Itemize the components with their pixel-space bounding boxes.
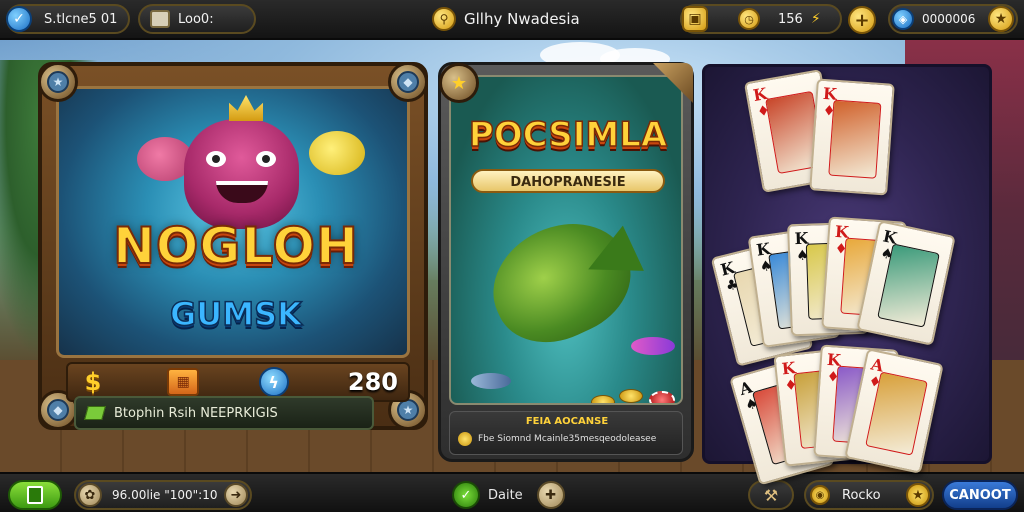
- leaf-icon: [84, 406, 106, 420]
- coin-icon: [458, 432, 472, 446]
- currency-pill[interactable]: ▣ ◷ 156 ⚡: [680, 4, 842, 34]
- small-fish-icon: [631, 337, 675, 355]
- featured-game-footer-button[interactable]: Btophin Rsih NEEPRKIGIS: [74, 396, 374, 430]
- currency-value: 156: [778, 11, 803, 27]
- fishing-game-info-text: Fbe Siomnd Mcainle35mesqeodoleasee: [478, 434, 657, 444]
- card-rank: K: [822, 83, 838, 104]
- gift-icon: ▦: [167, 368, 200, 396]
- small-fish-icon: [471, 373, 511, 389]
- star-icon: ★: [906, 483, 930, 507]
- coin-icon: [591, 395, 615, 403]
- monster-eye: [256, 151, 276, 167]
- center-label: Daite: [488, 487, 523, 503]
- copy-button[interactable]: [8, 480, 62, 510]
- playing-card: K ♦: [809, 78, 895, 196]
- wallet-icon: ▣: [682, 6, 708, 32]
- gem-icon: ◆: [47, 399, 69, 421]
- card-game-card[interactable]: K ♦ K ♦ K ♣ K ♠ K ♠ K ♦ K ♠ A ♠ K ♦ K ♦ A ♦: [702, 64, 992, 486]
- gem-icon: ◆: [397, 71, 419, 93]
- card-rank: K: [834, 221, 850, 242]
- card-rank: K: [826, 349, 842, 370]
- card-face-art: [828, 99, 882, 179]
- gear-icon: ✿: [78, 483, 102, 507]
- center-action[interactable]: ✓ Daite ✚: [452, 480, 565, 510]
- featured-game-subtitle: GUMSK: [169, 294, 302, 334]
- dollar-icon: $: [84, 368, 102, 396]
- crown-icon: [229, 95, 263, 121]
- timer-pill[interactable]: ✿ 96.00lie "100":10 ➜: [74, 480, 252, 510]
- featured-game-title: NOGLOH: [112, 216, 359, 276]
- tools-button[interactable]: ⚒: [748, 480, 794, 510]
- checkmark-icon: ✓: [452, 481, 480, 509]
- star-icon: ★: [397, 399, 419, 421]
- plus-circle-icon[interactable]: ✚: [536, 481, 565, 509]
- star-icon: ★: [47, 71, 69, 93]
- window-icon: [150, 10, 170, 28]
- fishing-game-art: POCSIMLA DAHOPRANESIE: [449, 75, 683, 405]
- level-label: Loo0:: [178, 11, 214, 27]
- featured-game-card[interactable]: NOGLOH GUMSK ★ ◆ ◆ ★ $ ▦ ϟ 280: [38, 62, 428, 430]
- corner-bolt-icon: ★: [38, 62, 78, 102]
- card-suit-icon: ♦: [834, 240, 848, 258]
- profile-label: S.tlcne5 01: [44, 11, 118, 27]
- corner-bolt-icon: ◆: [388, 62, 428, 102]
- card-suit-icon: ♦: [822, 102, 836, 120]
- fish-icon: [474, 202, 648, 362]
- coin-icon: ◉: [810, 485, 830, 505]
- coin-icon: [619, 389, 643, 403]
- monster-icon: [184, 119, 299, 229]
- timer-text: 96.00lie "100":10: [112, 488, 218, 502]
- card-rank: K: [755, 239, 772, 260]
- check-icon: ✓: [6, 6, 32, 32]
- rocko-label: Rocko: [842, 487, 881, 503]
- game-title-text: Gllhy Nwadesia: [464, 10, 580, 28]
- card-suit-icon: ♠: [758, 257, 774, 276]
- copy-icon: [27, 486, 43, 504]
- bolt-icon: ⚡: [810, 11, 821, 27]
- fishing-game-info-line: Fbe Siomnd Mcainle35mesqeodoleasee: [458, 432, 678, 446]
- level-pill[interactable]: Loo0:: [138, 4, 256, 34]
- card-rank: K: [751, 83, 769, 106]
- card-suit-icon: ♦: [755, 102, 772, 121]
- rocko-pill[interactable]: ◉ Rocko ★: [804, 480, 934, 510]
- score-pill[interactable]: ◈ 0000006 ★: [888, 4, 1018, 34]
- card-suit-icon: ♦: [783, 377, 798, 395]
- plus-icon[interactable]: +: [848, 6, 876, 34]
- top-bar: ✓ S.tlcne5 01 Loo0: ⚲ Gllhy Nwadesia ▣ ◷…: [0, 0, 1024, 40]
- clock-icon: ◷: [738, 8, 760, 30]
- cancel-button[interactable]: CANOOT: [942, 480, 1018, 510]
- card-rank: K: [794, 228, 809, 249]
- fishing-game-card[interactable]: POCSIMLA DAHOPRANESIE ★ FEIA AOCANSE Fbe…: [438, 62, 694, 462]
- monster-mouth: [216, 181, 268, 203]
- score-value: 0000006: [922, 12, 976, 26]
- profile-pill[interactable]: ✓ S.tlcne5 01: [6, 4, 130, 34]
- hammer-icon: ⚒: [763, 485, 779, 505]
- card-suit-icon: ♦: [826, 368, 840, 386]
- monster-eye: [206, 151, 226, 167]
- arrow-icon[interactable]: ➜: [224, 483, 248, 507]
- fish-icon: [309, 131, 365, 175]
- card-suit-icon: ♠: [795, 247, 810, 265]
- globe-icon: ◈: [892, 8, 914, 30]
- star-badge-icon: ★: [439, 63, 479, 103]
- featured-game-art: NOGLOH GUMSK: [56, 86, 410, 358]
- magnifier-icon: ⚲: [432, 7, 456, 31]
- fishing-game-subtitle: DAHOPRANESIE: [471, 169, 665, 193]
- featured-game-stat-value: 280: [347, 368, 398, 396]
- featured-game-footer-text: Btophin Rsih NEEPRKIGIS: [114, 405, 278, 421]
- fishing-game-info: FEIA AOCANSE Fbe Siomnd Mcainle35mesqeod…: [449, 411, 683, 455]
- game-title: ⚲ Gllhy Nwadesia: [432, 6, 580, 32]
- lightning-icon: ϟ: [258, 367, 289, 397]
- card-rank: K: [780, 358, 797, 379]
- star-icon: ★: [988, 6, 1014, 32]
- bottom-bar: ✿ 96.00lie "100":10 ➜ ✓ Daite ✚ ⚒ ◉ Rock…: [0, 472, 1024, 512]
- chip-icon: [649, 391, 675, 403]
- fishing-game-info-title: FEIA AOCANSE: [525, 416, 609, 427]
- fishing-game-title: POCSIMLA: [468, 114, 668, 156]
